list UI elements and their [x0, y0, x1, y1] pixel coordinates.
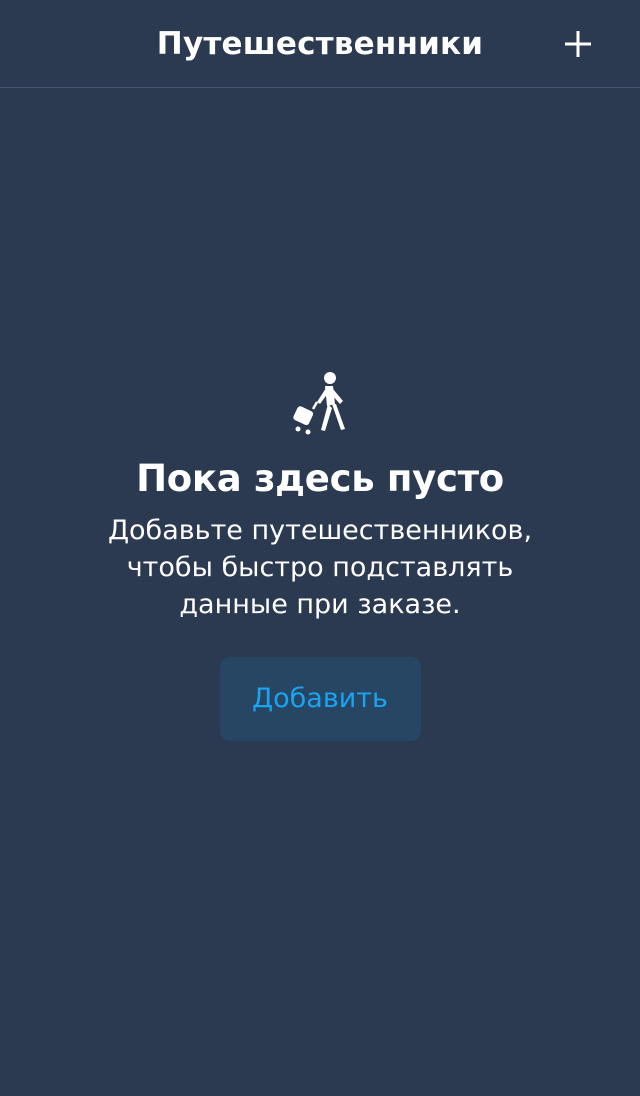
navigation-header: Путешественники	[0, 0, 640, 88]
add-traveler-button[interactable]	[558, 24, 598, 64]
description-line: Добавьте путешественников,	[107, 515, 533, 546]
description-line: данные при заказе.	[179, 589, 461, 620]
description-line: чтобы быстро подставлять	[126, 552, 514, 583]
empty-state-description: Добавьте путешественников, чтобы быстро …	[0, 512, 640, 623]
add-button[interactable]: Добавить	[219, 657, 421, 741]
page-title: Путешественники	[156, 26, 484, 62]
traveler-with-luggage-icon	[293, 372, 345, 435]
empty-state-title: Пока здесь пусто	[136, 457, 504, 500]
empty-state: Пока здесь пусто Добавьте путешественник…	[0, 370, 640, 741]
plus-icon	[565, 31, 591, 57]
